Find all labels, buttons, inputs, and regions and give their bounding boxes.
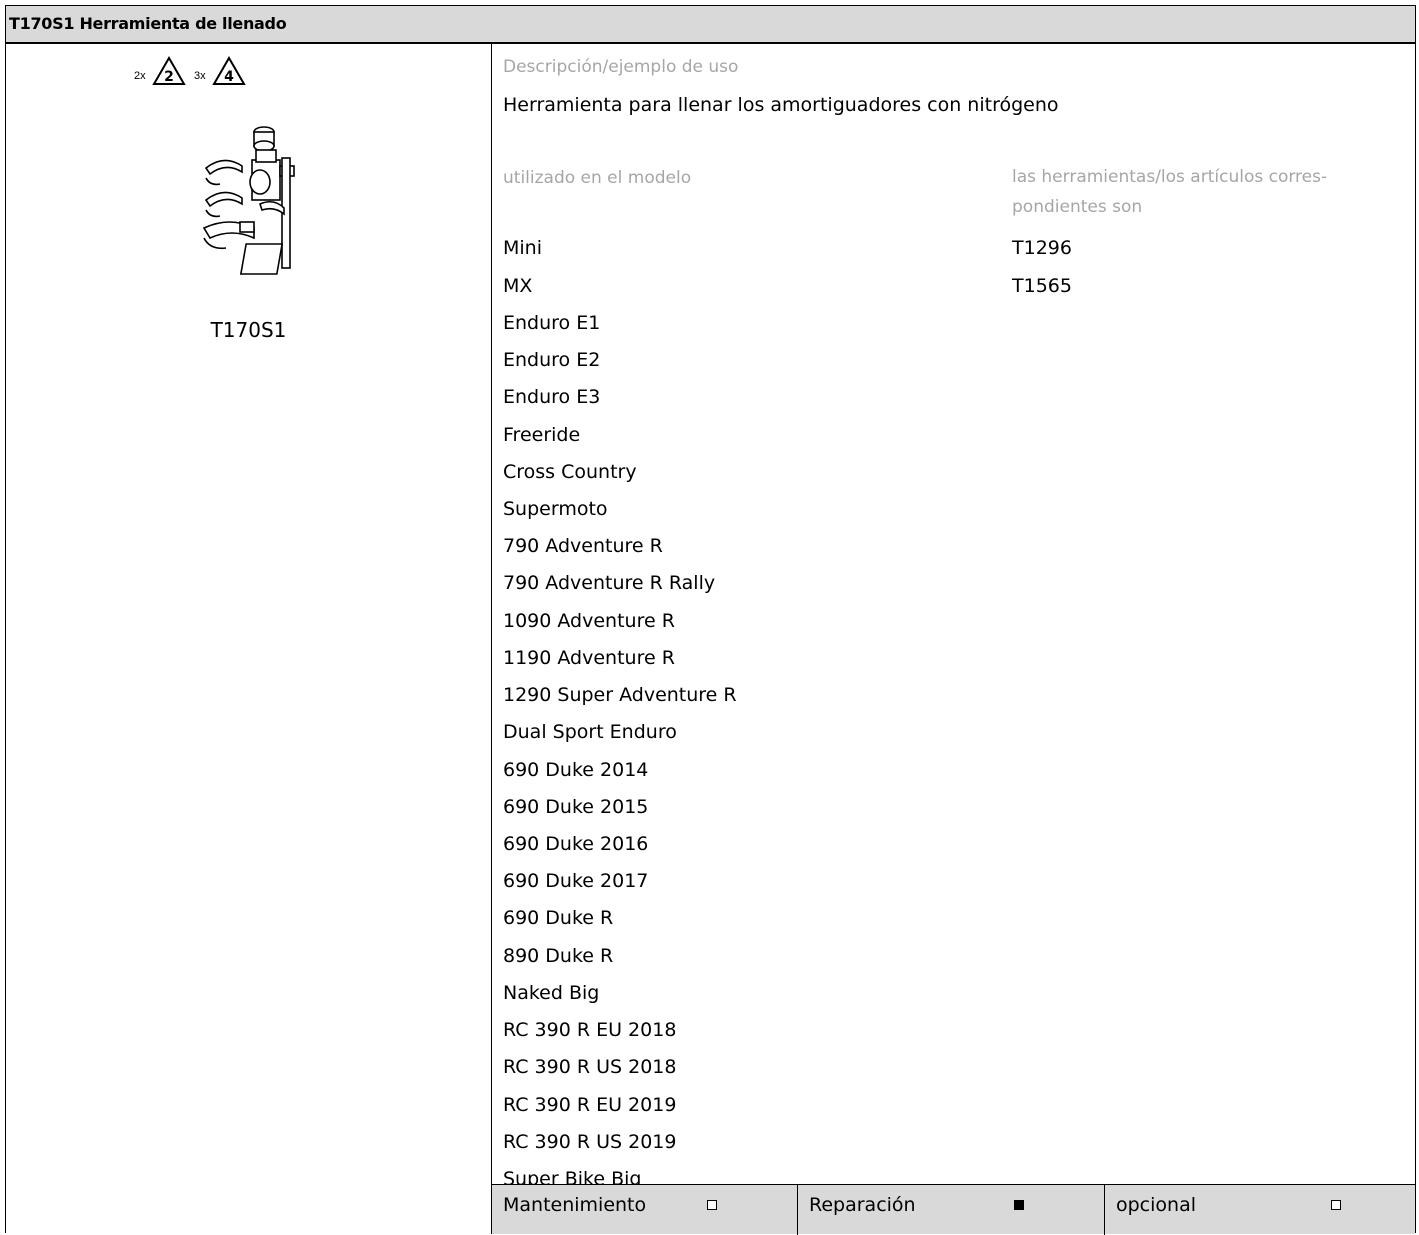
model-item: MX: [503, 275, 533, 297]
model-item: Freeride: [503, 424, 581, 446]
model-item: 690 Duke 2017: [503, 870, 649, 892]
model-item: 690 Duke 2015: [503, 796, 649, 818]
description-label: Descripción/ejemplo de uso: [503, 57, 739, 77]
repair-label: Reparación: [809, 1194, 916, 1216]
warning-number: 2: [164, 69, 174, 85]
optional-label: opcional: [1116, 1194, 1196, 1216]
warning-triangle-icon: 4: [212, 56, 246, 85]
model-item: 690 Duke R: [503, 907, 614, 929]
maintenance-cell: Mantenimiento: [492, 1185, 797, 1235]
description-value: Herramienta para llenar los amortiguador…: [503, 94, 1059, 116]
sheet-header: T170S1 Herramienta de llenado: [6, 6, 1415, 44]
model-item: Enduro E1: [503, 312, 601, 334]
model-item: 790 Adventure R Rally: [503, 572, 716, 594]
corresponding-item: T1565: [1012, 275, 1072, 297]
model-item: 790 Adventure R: [503, 535, 663, 557]
model-item: Dual Sport Enduro: [503, 721, 677, 743]
model-item: 1090 Adventure R: [503, 610, 675, 632]
model-item: 690 Duke 2016: [503, 833, 649, 855]
warning-multiplier: 2x: [134, 70, 146, 82]
tool-illustration-column: 2x 2 3x 4 T170S1: [6, 44, 491, 1234]
model-item: RC 390 R EU 2018: [503, 1019, 677, 1041]
used-in-label: utilizado en el modelo: [503, 168, 692, 188]
warning-number: 4: [224, 69, 234, 85]
model-item: 690 Duke 2014: [503, 759, 649, 781]
tool-number: T170S1: [210, 318, 287, 342]
warning-multiplier: 3x: [194, 70, 206, 82]
model-item: 1290 Super Adventure R: [503, 684, 737, 706]
model-item: Enduro E2: [503, 349, 601, 371]
usage-footer: Mantenimiento Reparación opcional: [492, 1184, 1415, 1235]
corresponding-item: T1296: [1012, 237, 1072, 259]
optional-checkbox: [1331, 1200, 1341, 1210]
warning-triangle-icon: 2: [152, 56, 186, 85]
model-item: Naked Big: [503, 982, 600, 1004]
model-item: 1190 Adventure R: [503, 647, 675, 669]
corresponding-label-line: pondientes son: [1012, 197, 1143, 217]
repair-checkbox: [1014, 1200, 1024, 1210]
warning-icons: 2x 2 3x 4: [134, 56, 334, 88]
filling-tool-drawing: [202, 126, 295, 275]
repair-cell: Reparación: [797, 1185, 1104, 1235]
maintenance-label: Mantenimiento: [503, 1194, 647, 1216]
model-item: RC 390 R EU 2019: [503, 1094, 677, 1116]
model-item: Cross Country: [503, 461, 637, 483]
corresponding-label: las herramientas/los artículos corres- p…: [1012, 162, 1407, 222]
model-item: Supermoto: [503, 498, 608, 520]
optional-cell: opcional: [1104, 1185, 1415, 1235]
sheet-title: T170S1 Herramienta de llenado: [9, 14, 287, 33]
model-item: RC 390 R US 2018: [503, 1056, 677, 1078]
maintenance-checkbox: [707, 1200, 717, 1210]
model-item: Mini: [503, 237, 542, 259]
tool-details: Descripción/ejemplo de uso Herramienta p…: [492, 44, 1415, 1234]
corresponding-label-line: las herramientas/los artículos corres-: [1012, 167, 1328, 187]
tool-sheet: T170S1 Herramienta de llenado 2x 2 3x 4: [5, 5, 1416, 1235]
model-item: RC 390 R US 2019: [503, 1131, 677, 1153]
model-item: 890 Duke R: [503, 945, 614, 967]
model-item: Enduro E3: [503, 386, 601, 408]
